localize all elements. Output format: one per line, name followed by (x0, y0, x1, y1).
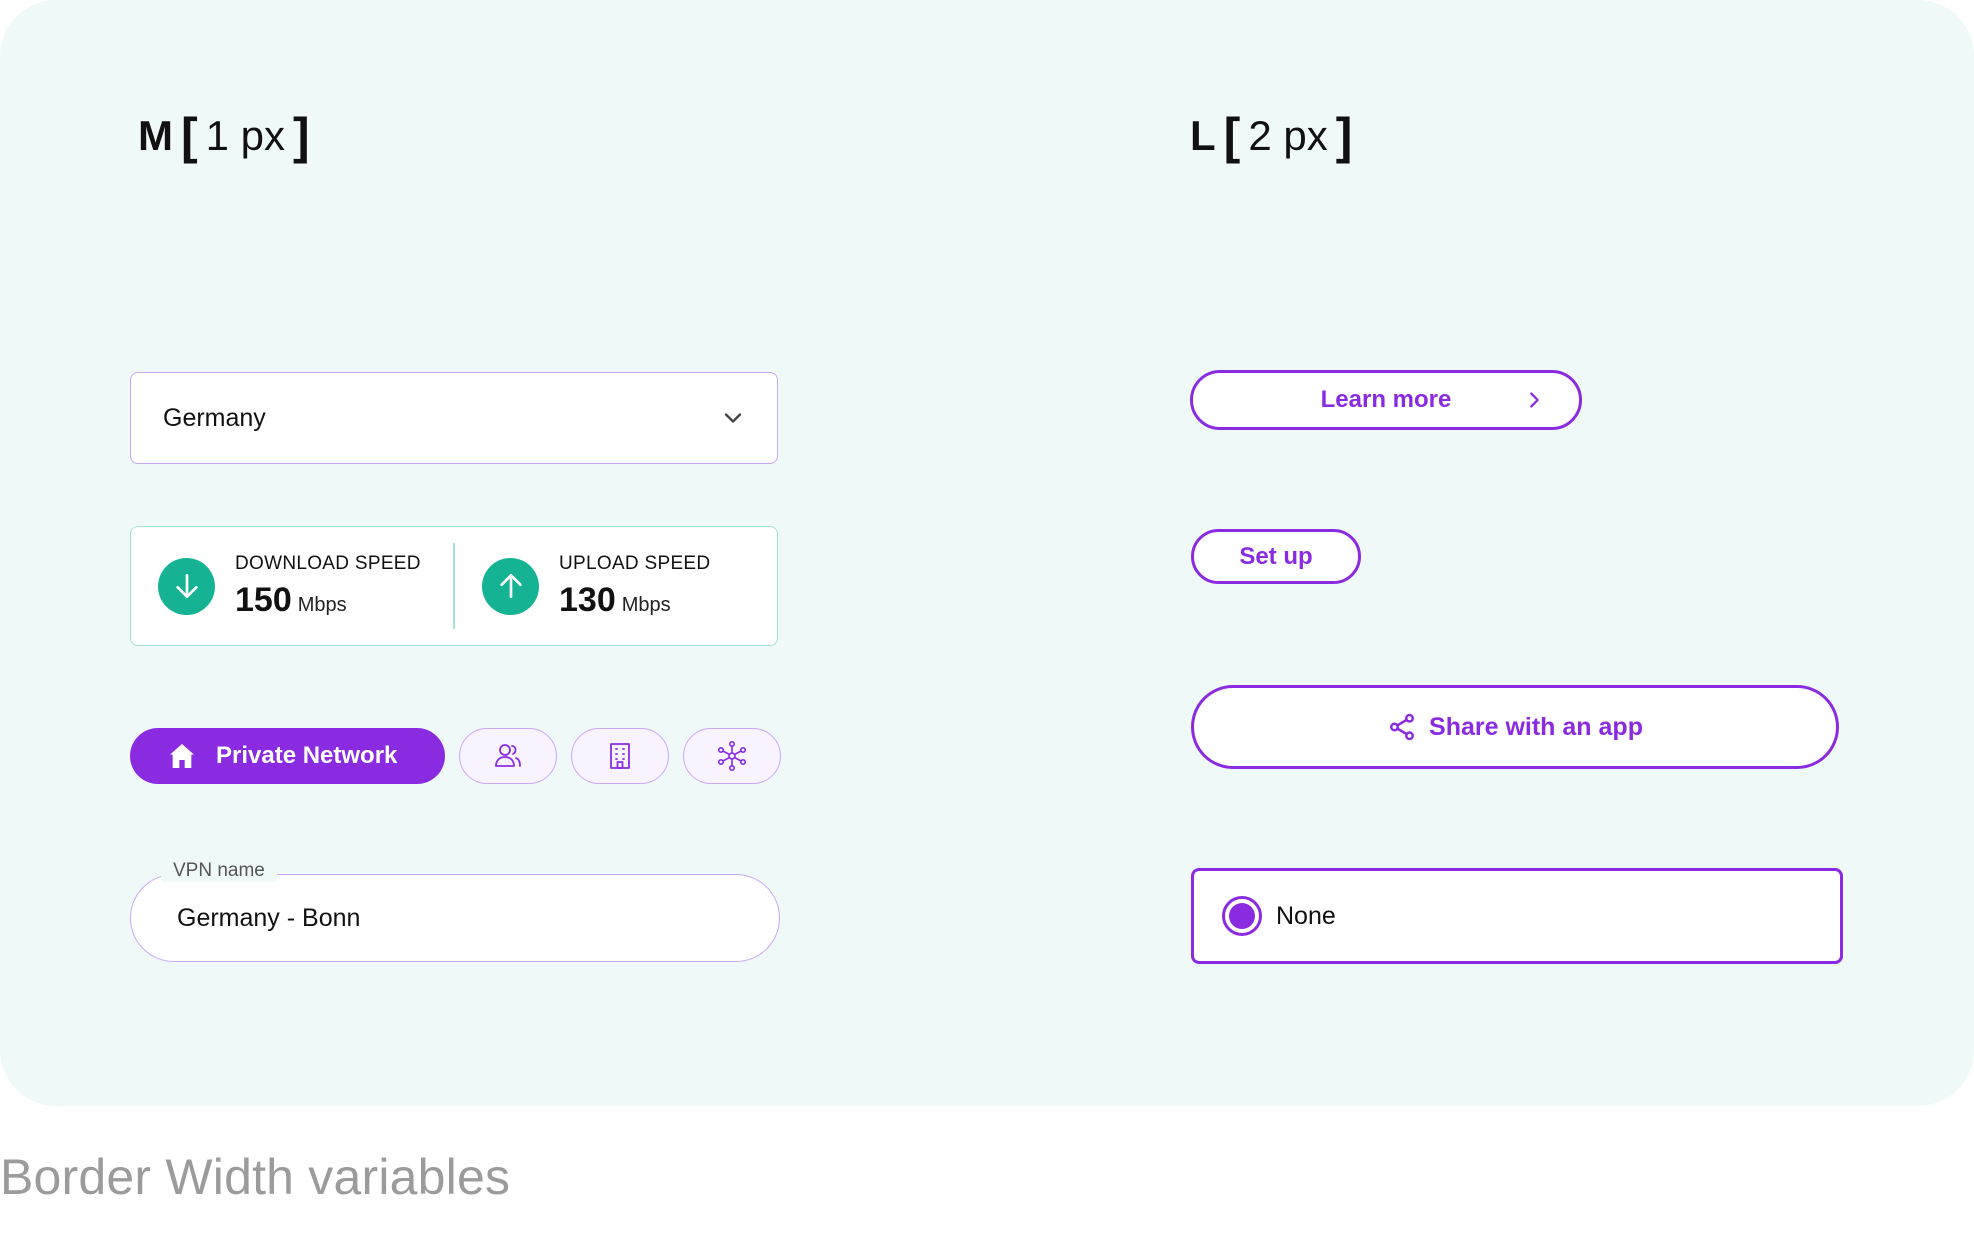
radio-button[interactable] (1222, 896, 1262, 936)
home-icon (170, 744, 194, 768)
country-dropdown[interactable]: Germany (130, 372, 778, 464)
dropdown-value: Germany (163, 403, 266, 432)
share-label: Share with an app (1429, 712, 1643, 741)
radio-label: None (1276, 901, 1336, 930)
download-label: DOWNLOAD SPEED (235, 552, 421, 574)
users-icon (495, 744, 521, 767)
heading-value: 1 px (205, 112, 286, 159)
download-unit: Mbps (297, 593, 347, 616)
vpn-name-label: VPN name (161, 860, 277, 882)
arrow-up-icon (482, 557, 539, 615)
private-network-label: Private Network (216, 742, 398, 769)
chevron-right-icon (1530, 392, 1539, 408)
radio-option-none[interactable]: None (1191, 868, 1843, 964)
building-icon (610, 743, 630, 769)
chevron-down-icon (724, 413, 742, 423)
learn-more-label: Learn more (1320, 386, 1452, 413)
share-icon (1390, 713, 1415, 741)
vpn-name-field[interactable]: VPN name Germany - Bonn (130, 860, 780, 962)
vpn-name-value: Germany - Bonn (177, 903, 361, 932)
upload-unit: Mbps (621, 593, 671, 616)
arrow-down-icon (158, 557, 215, 615)
users-chip[interactable] (459, 728, 557, 784)
upload-label: UPLOAD SPEED (559, 552, 711, 574)
bracket-close: ] (293, 108, 310, 164)
download-speed: DOWNLOAD SPEED 150 Mbps (131, 553, 453, 620)
bracket-close: ] (1335, 108, 1353, 164)
set-up-button[interactable]: Set up (1191, 529, 1361, 584)
network-icon (717, 740, 746, 771)
bracket-open: [ (181, 108, 198, 164)
heading-level: L (1190, 112, 1216, 159)
download-value: 150 (235, 580, 292, 619)
heading-value: 2 px (1248, 112, 1328, 159)
heading-medium: M [ 1 px ] (138, 108, 318, 164)
building-chip[interactable] (571, 728, 669, 784)
upload-speed: UPLOAD SPEED 130 Mbps (455, 553, 777, 620)
set-up-label: Set up (1239, 542, 1313, 570)
network-chip[interactable] (683, 728, 781, 784)
heading-large: L [ 2 px ] (1190, 108, 1360, 164)
bracket-open: [ (1223, 108, 1241, 164)
private-network-chip[interactable]: Private Network (130, 728, 445, 784)
radio-selected-dot (1229, 903, 1255, 929)
upload-value: 130 (559, 580, 616, 619)
learn-more-button[interactable]: Learn more (1190, 370, 1582, 430)
speed-card: DOWNLOAD SPEED 150 Mbps UPLOAD SPEED 130… (130, 526, 778, 646)
share-button[interactable]: Share with an app (1191, 685, 1839, 769)
caption: Border Width variables (0, 1149, 511, 1205)
heading-level: M (138, 112, 173, 159)
showcase-panel: M [ 1 px ] L [ 2 px ] Germany DOWNLOAD S… (0, 0, 1974, 1106)
